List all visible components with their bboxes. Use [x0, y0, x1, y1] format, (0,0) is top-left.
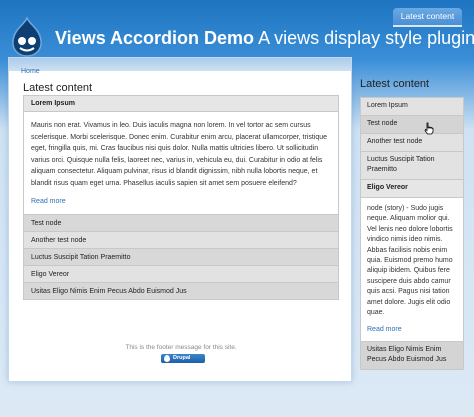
sidebar-item-usitas[interactable]: Usitas Eligo Nimis Enim Pecus Abdo Euism…	[361, 342, 463, 371]
accordion-header-luctus[interactable]: Luctus Suscipit Tation Praemitto	[24, 248, 338, 266]
drupal-logo-icon[interactable]	[10, 17, 44, 57]
sidebar-panel: node (story) - Sudo jugis neque. Aliquam…	[361, 198, 463, 343]
page-title: Latest content	[23, 82, 93, 94]
footer-message: This is the footer message for this site…	[125, 344, 237, 351]
sidebar-item-test-node[interactable]: Test node	[361, 116, 463, 134]
sidebar-title: Latest content	[360, 78, 430, 90]
accordion-panel-text: Mauris non erat. Vivamus in leo. Duis ia…	[31, 122, 328, 187]
site-slogan: A views display style plugin.	[258, 28, 474, 48]
accordion-header-eligo-vereor[interactable]: Eligo Vereor	[24, 265, 338, 283]
site-name[interactable]: Views Accordion Demo	[55, 28, 254, 48]
tab-latest-content[interactable]: Latest content	[393, 8, 462, 27]
sidebar-read-more-link[interactable]: Read more	[367, 326, 402, 333]
sidebar-item-lorem-ipsum[interactable]: Lorem Ipsum	[361, 98, 463, 116]
sidebar-item-eligo-vereor[interactable]: Eligo Vereor	[361, 180, 463, 198]
sidebar: Latest content Lorem Ipsum Test node Ano…	[360, 78, 464, 371]
accordion-header-usitas[interactable]: Usitas Eligo Nimis Enim Pecus Abdo Euism…	[24, 282, 338, 300]
drupal-drop-icon	[164, 355, 170, 362]
sidebar-item-luctus[interactable]: Luctus Suscipit Tation Praemitto	[361, 152, 463, 180]
hand-cursor-icon	[424, 122, 434, 135]
accordion-panel: Mauris non erat. Vivamus in leo. Duis ia…	[24, 112, 338, 215]
badge-label: Drupal	[173, 355, 191, 361]
sidebar-item-another-test-node[interactable]: Another test node	[361, 134, 463, 152]
breadcrumb: Home	[9, 58, 351, 75]
powered-by-drupal-badge[interactable]: Drupal	[161, 354, 205, 363]
site-header: Views Accordion Demo A views display sty…	[0, 0, 474, 62]
accordion-header-test-node[interactable]: Test node	[24, 214, 338, 232]
main-accordion: Lorem Ipsum Mauris non erat. Vivamus in …	[23, 95, 339, 300]
site-title[interactable]: Views Accordion Demo A views display sty…	[55, 28, 474, 49]
main-content: Home Latest content Lorem Ipsum Mauris n…	[8, 57, 352, 382]
sidebar-panel-text: node (story) - Sudo jugis neque. Aliquam…	[367, 205, 453, 317]
accordion-header-another-test-node[interactable]: Another test node	[24, 231, 338, 249]
breadcrumb-home-link[interactable]: Home	[21, 68, 40, 75]
accordion-header-lorem-ipsum[interactable]: Lorem Ipsum	[24, 96, 338, 112]
sidebar-accordion: Lorem Ipsum Test node Another test node …	[360, 97, 464, 371]
read-more-link[interactable]: Read more	[31, 198, 66, 205]
